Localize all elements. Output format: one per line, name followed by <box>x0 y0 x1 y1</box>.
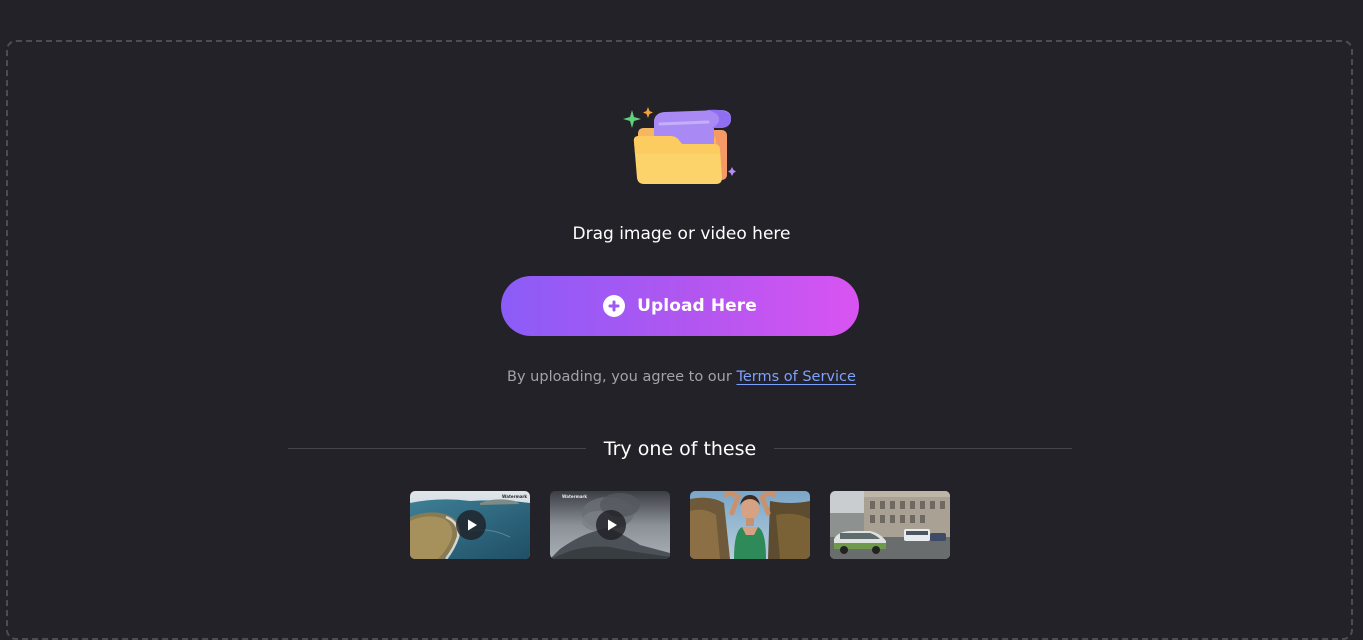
sample-thumbnail-coast[interactable]: Watermark <box>410 491 530 559</box>
divider-right <box>774 448 1072 449</box>
sample-thumbnail-street[interactable] <box>830 491 950 559</box>
play-icon <box>596 510 626 540</box>
street-image <box>830 491 950 559</box>
upload-button[interactable]: Upload Here <box>501 276 859 336</box>
sample-thumbnail-portrait[interactable] <box>690 491 810 559</box>
terms-notice: By uploading, you agree to our Terms of … <box>0 366 1363 388</box>
samples-heading: Try one of these <box>603 438 757 460</box>
portrait-image <box>690 491 810 559</box>
watermark-text: Watermark <box>502 494 528 499</box>
watermark-text: Watermark <box>562 494 588 499</box>
upload-button-label: Upload Here <box>637 296 757 316</box>
samples-header: Try one of these <box>288 436 1072 462</box>
folder-with-files-icon <box>623 107 736 184</box>
play-icon <box>456 510 486 540</box>
terms-of-service-link[interactable]: Terms of Service <box>736 369 855 385</box>
drag-instruction: Drag image or video here <box>572 224 791 244</box>
plus-circle-icon <box>603 295 626 317</box>
sample-thumbnail-volcano[interactable]: Watermark <box>550 491 670 559</box>
terms-prefix: By uploading, you agree to our <box>507 369 737 385</box>
